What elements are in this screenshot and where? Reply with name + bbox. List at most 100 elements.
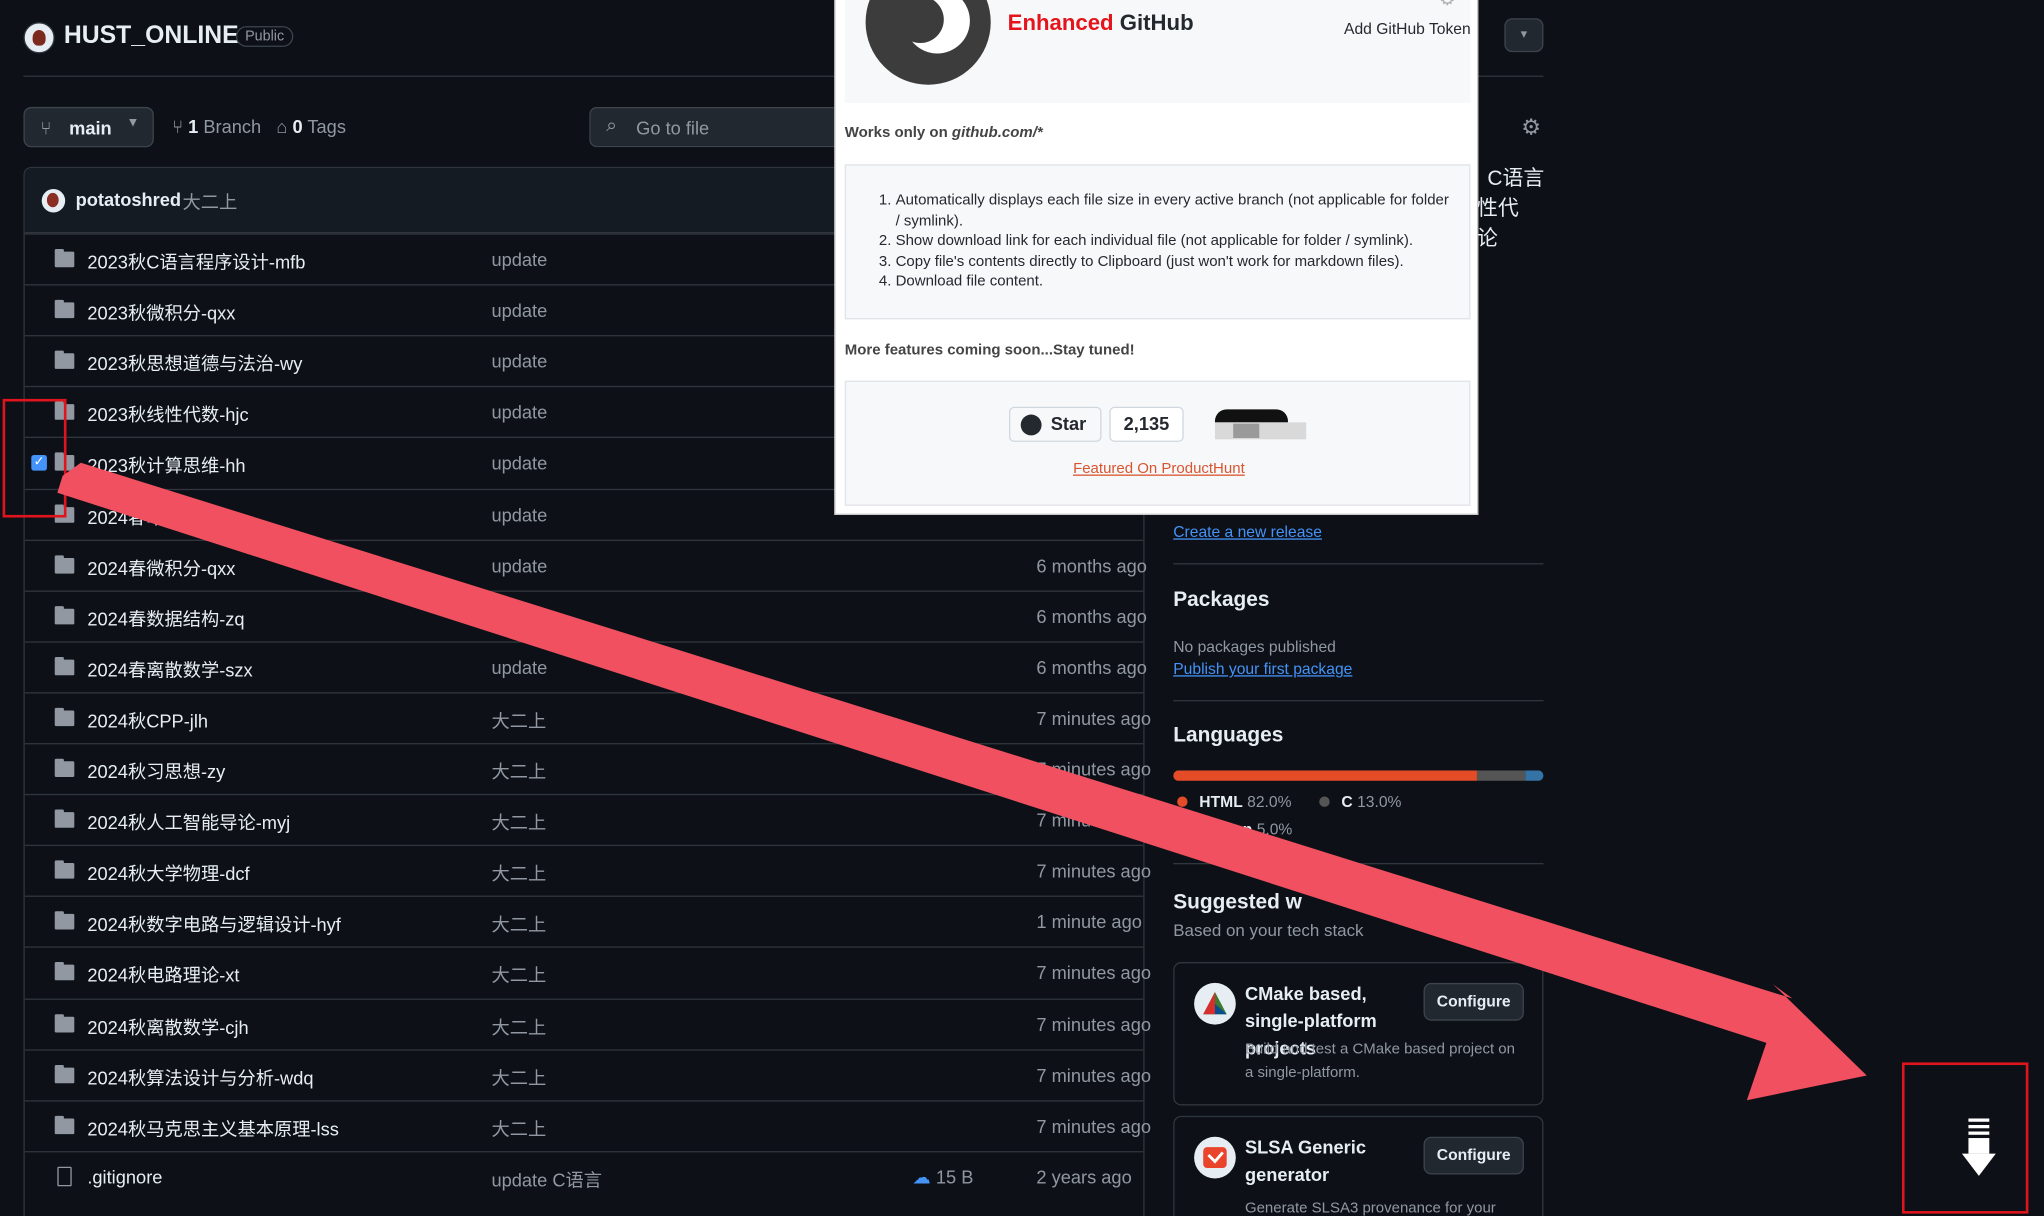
file-name-link[interactable]: 2024春微积分-qxx (87, 555, 235, 581)
commit-message-link[interactable]: update (491, 453, 547, 474)
gear-icon[interactable]: ⚙ (1521, 115, 1541, 141)
git-branch-icon: ⑂ (172, 116, 184, 137)
table-row[interactable]: 2024春离散数学-szx update 6 months ago (24, 641, 1147, 692)
dropdown-caret-button[interactable]: ▾ (1504, 18, 1544, 53)
commit-message-link[interactable]: update (491, 606, 547, 627)
file-name-link[interactable]: 2023秋思想道德与法治-wy (87, 351, 302, 377)
annotation-highlight-checkbox (2, 398, 67, 518)
tags-link[interactable]: 0 Tags (292, 116, 345, 137)
publish-package-link[interactable]: Publish your first package (1173, 660, 1352, 678)
file-name-link[interactable]: 2024春数据结构-zq (87, 606, 244, 632)
more-features-note: More features coming soon...Stay tuned! (844, 342, 1135, 359)
folder-icon (54, 605, 75, 625)
avatar[interactable] (41, 189, 66, 213)
commit-message-link[interactable]: update (491, 555, 547, 576)
producthunt-link[interactable]: Featured On ProductHunt (846, 461, 1472, 477)
settings-gear-icon[interactable]: ⚙ (1439, 0, 1455, 10)
folder-icon (54, 1115, 75, 1134)
table-row[interactable]: 2024秋离散数学-cjh 大二上 7 minutes ago (24, 997, 1151, 1049)
table-row[interactable]: 2024秋人工智能导论-myj 大二上 7 minutes ago (24, 794, 1151, 845)
file-name-link[interactable]: .gitignore (87, 1166, 162, 1187)
commit-message-link[interactable]: update (491, 249, 547, 270)
workflow-card-cmake: CMake based, single-platform projects Bu… (1173, 962, 1544, 1106)
file-name-link[interactable]: 2024秋离散数学-cjh (87, 1014, 248, 1040)
commit-message[interactable]: 大二上 (183, 189, 238, 215)
language-item-html[interactable]: HTML 82.0% (1177, 793, 1291, 811)
table-row[interactable]: 2024秋算法设计与分析-wdq 大二上 7 minutes ago (24, 1048, 1151, 1100)
file-name-link[interactable]: 2024秋马克思主义基本原理-lss (87, 1115, 338, 1141)
table-row[interactable]: 2024秋CPP-jlh 大二上 7 minutes ago (24, 692, 1151, 743)
feature-item: Copy file's contents directly to Clipboa… (896, 252, 1454, 272)
commit-message-link[interactable]: 大二上 (491, 1065, 546, 1091)
create-release-link[interactable]: Create a new release (1173, 523, 1322, 541)
file-name-link[interactable]: 2024秋算法设计与分析-wdq (87, 1065, 313, 1091)
file-name-link[interactable]: 2024秋大学物理-dcf (87, 861, 249, 887)
commit-author[interactable]: potatoshred (76, 189, 181, 210)
language-bar-python (1524, 770, 1544, 781)
workflow-description: Generate SLSA3 provenance for your (1244, 1200, 1496, 1216)
branch-selector[interactable]: ⑂ main ▼ (23, 106, 154, 148)
download-arrow-icon[interactable] (1961, 1117, 1996, 1177)
configure-button[interactable]: Configure (1423, 982, 1524, 1021)
table-row[interactable]: 2024秋大学物理-dcf 大二上 7 minutes ago (24, 844, 1151, 896)
commit-message-link[interactable]: 大二上 (491, 1115, 546, 1141)
commit-message-link[interactable]: 大二上 (491, 1014, 546, 1040)
file-name-link[interactable]: 2024秋数字电路与逻辑设计-hyf (87, 912, 341, 938)
file-name-link[interactable]: 2024春军事理论 (87, 504, 219, 530)
enhanced-github-popup: Enhanced GitHub ⚙ Add GitHub Token Works… (834, 0, 1479, 515)
commit-message-link[interactable]: 大二上 (491, 759, 546, 785)
repo-name[interactable]: HUST_ONLINE (64, 22, 239, 51)
branches-link[interactable]: 1 Branch (188, 116, 261, 137)
commit-message-link[interactable]: update (491, 504, 547, 525)
commit-message-link[interactable]: 大二上 (491, 708, 546, 734)
github-mark-icon (1020, 414, 1042, 436)
table-row[interactable]: 2024秋数字电路与逻辑设计-hyf 大二上 1 minute ago (24, 895, 1144, 947)
go-to-file-placeholder: Go to file (636, 117, 710, 139)
file-size[interactable]: ☁ 15 B (913, 1166, 974, 1188)
file-name-link[interactable]: 2023秋C语言程序设计-mfb (87, 249, 305, 275)
repo-owner-avatar[interactable] (23, 22, 55, 54)
html-dot-icon (1177, 796, 1188, 807)
commit-message-link[interactable]: update (491, 402, 547, 423)
github-star-button[interactable]: Star (1008, 406, 1102, 442)
table-row[interactable]: .gitignore update C语言 ☁ 15 B 2 years ago (24, 1150, 1144, 1202)
commit-message-link[interactable]: update (491, 657, 547, 678)
branch-name: main (69, 117, 112, 139)
file-name-link[interactable]: 2024秋CPP-jlh (87, 708, 208, 734)
language-bar-c (1476, 770, 1525, 781)
commit-date: 7 minutes ago (1036, 860, 1152, 882)
file-name-link[interactable]: 2024秋习思想-zy (87, 759, 225, 785)
table-row[interactable]: 2024秋马克思主义基本原理-lss 大二上 7 minutes ago (24, 1099, 1151, 1151)
packages-heading[interactable]: Packages (1173, 589, 1269, 612)
star-count[interactable]: 2,135 (1109, 406, 1184, 442)
commit-message-link[interactable]: update C语言 (491, 1166, 602, 1192)
commit-message-link[interactable]: update (491, 300, 547, 321)
configure-button[interactable]: Configure (1423, 1136, 1524, 1175)
file-name-link[interactable]: 2024秋电路理论-xt (87, 963, 239, 989)
tag-icon: ⌂ (276, 116, 288, 137)
folder-icon (54, 656, 75, 675)
file-name-link[interactable]: 2023秋线性代数-hjc (87, 402, 248, 428)
language-item-c[interactable]: C 13.0% (1319, 793, 1401, 811)
table-row[interactable]: 2024秋电路理论-xt 大二上 7 minutes ago (24, 946, 1151, 998)
commit-date: 2 years ago (1036, 1166, 1132, 1188)
commit-message-link[interactable]: update (491, 351, 547, 372)
add-token-link[interactable]: Add GitHub Token (1344, 20, 1471, 38)
table-row[interactable]: 2024春微积分-qxx update 6 months ago (24, 539, 1147, 590)
language-item-python[interactable]: Python 5.0% (1177, 820, 1292, 838)
commit-message-link[interactable]: 大二上 (491, 861, 546, 887)
file-name-link[interactable]: 2023秋计算思维-hh (87, 453, 245, 479)
languages-bar (1173, 770, 1544, 781)
x-share-widget[interactable] (1214, 409, 1309, 440)
commit-message-link[interactable]: 大二上 (491, 810, 546, 836)
sidebar-divider (1173, 862, 1544, 865)
file-name-link[interactable]: 2024春离散数学-szx (87, 657, 252, 683)
table-row[interactable]: 2024春数据结构-zq update 6 months ago (24, 590, 1147, 641)
commit-date: 7 minutes ago (1036, 809, 1152, 831)
file-name-link[interactable]: 2023秋微积分-qxx (87, 300, 235, 326)
file-name-link[interactable]: 2024秋人工智能导论-myj (87, 810, 290, 836)
commit-message-link[interactable]: 大二上 (491, 912, 546, 938)
table-row[interactable]: 2024秋习思想-zy 大二上 7 minutes ago (24, 743, 1151, 794)
commit-message-link[interactable]: 大二上 (491, 963, 546, 989)
go-to-file-input[interactable]: ⌕ Go to file (589, 106, 837, 148)
